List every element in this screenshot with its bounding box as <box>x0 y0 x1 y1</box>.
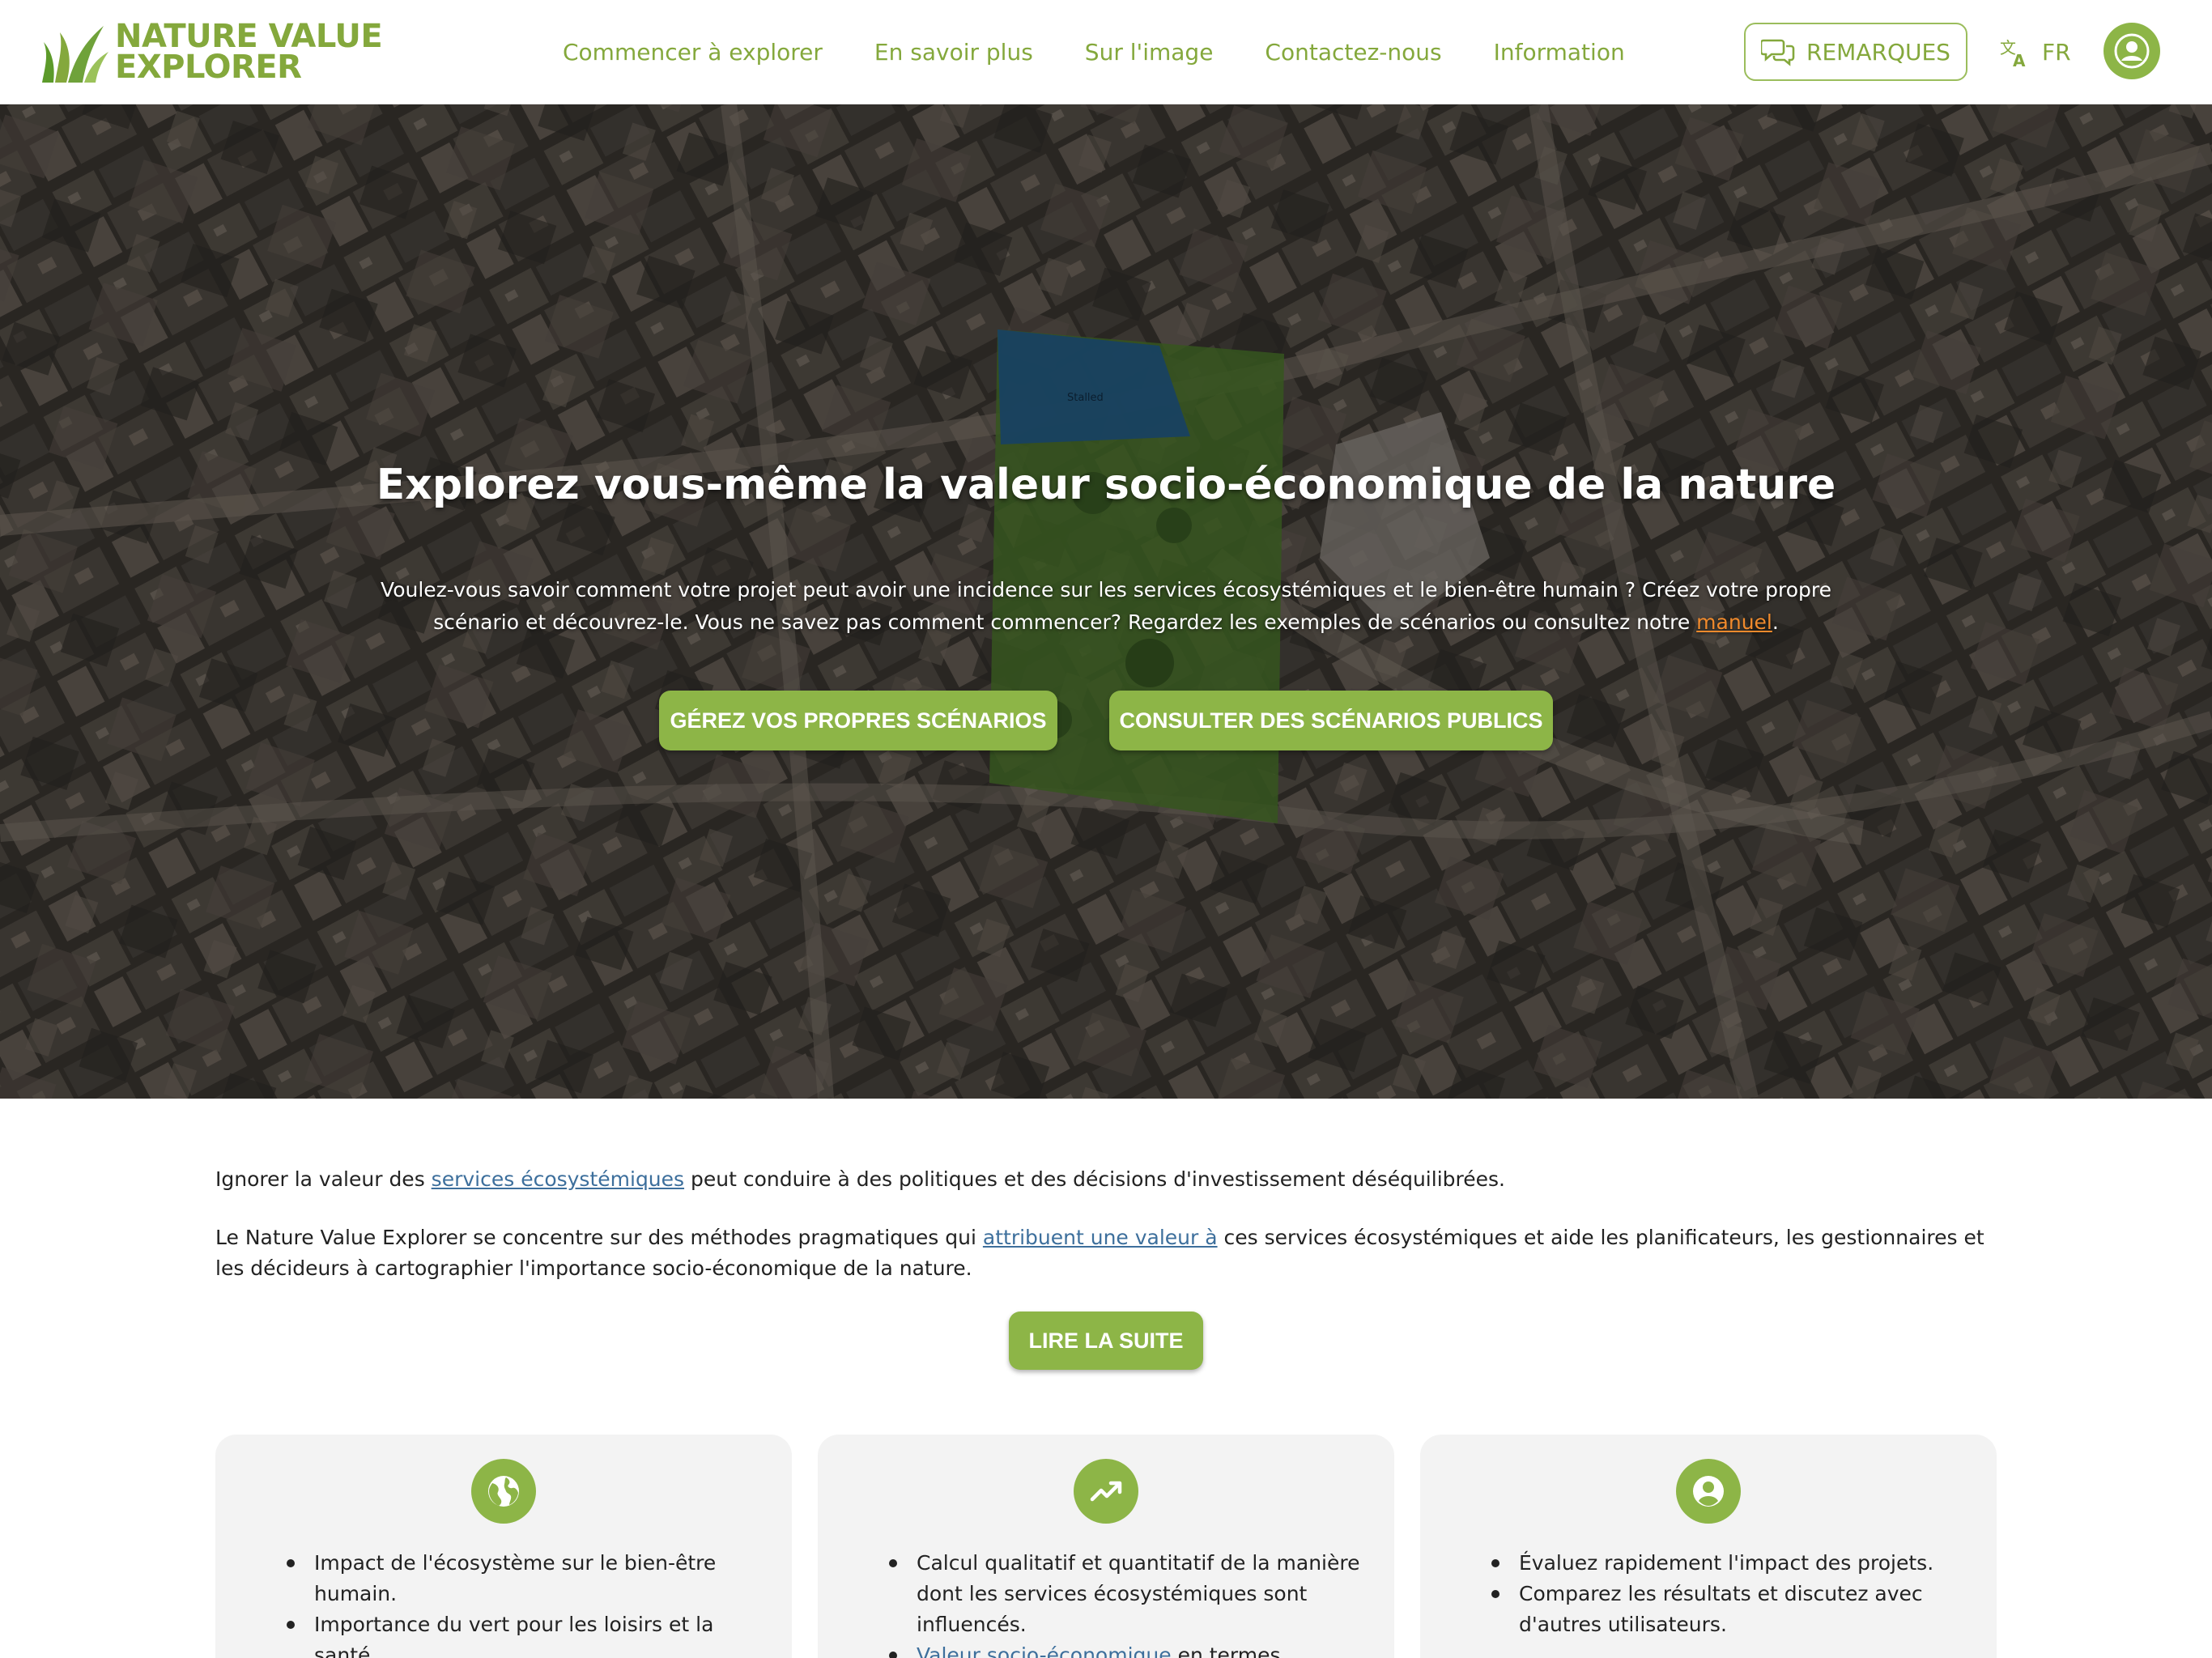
list-item: Comparez les résultats et discutez avec … <box>1491 1579 1964 1640</box>
account-circle-icon <box>2114 33 2150 69</box>
hero-desc-end: . <box>1772 610 1779 634</box>
list-item: Importance du vert pour les loisirs et l… <box>287 1609 759 1658</box>
socio-economic-value-link[interactable]: Valeur socio-économique <box>917 1643 1172 1658</box>
nav-learn-more[interactable]: En savoir plus <box>874 39 1033 66</box>
card-bullets: Calcul qualitatif et quantitatif de la m… <box>818 1548 1394 1658</box>
feedback-label: REMARQUES <box>1806 38 1950 66</box>
hero-description: Voulez-vous savoir comment votre projet … <box>372 574 1840 639</box>
globe-icon <box>488 1476 519 1507</box>
card-icon-badge <box>1676 1459 1741 1524</box>
hero-desc-text: Voulez-vous savoir comment votre projet … <box>381 578 1831 634</box>
list-item: Évaluez rapidement l'impact des projets. <box>1491 1548 1964 1579</box>
logo-wordmark: NATURE VALUE EXPLORER <box>115 18 383 86</box>
intro-p1-rest: peut conduire à des politiques et des dé… <box>684 1167 1505 1191</box>
app-logo[interactable]: NATURE VALUE EXPLORER <box>39 18 383 86</box>
intro-paragraph-1: Ignorer la valeur des services écosystém… <box>215 1164 1997 1195</box>
feedback-button[interactable]: REMARQUES <box>1744 23 1967 81</box>
main-nav: Commencer à explorer En savoir plus Sur … <box>563 0 1677 104</box>
feature-cards: Impact de l'écosystème sur le bien-être … <box>215 1435 1997 1658</box>
language-selector[interactable]: 文 A FR <box>1998 31 2071 73</box>
nav-about-image[interactable]: Sur l'image <box>1085 39 1214 66</box>
manage-scenarios-button[interactable]: GÉREZ VOS PROPRES SCÉNARIOS <box>659 691 1057 750</box>
valuation-link[interactable]: attribuent une valeur à <box>983 1226 1218 1249</box>
list-item: Calcul qualitatif et quantitatif de la m… <box>889 1548 1362 1640</box>
intro-p1-text: Ignorer la valeur des <box>215 1167 432 1191</box>
svg-text:A: A <box>2013 51 2026 68</box>
list-item: Impact de l'écosystème sur le bien-être … <box>287 1548 759 1609</box>
top-header: NATURE VALUE EXPLORER Commencer à explor… <box>0 0 2212 104</box>
feature-card-calculation: Calcul qualitatif et quantitatif de la m… <box>818 1435 1394 1658</box>
language-code: FR <box>2042 38 2071 66</box>
intro-paragraph-2: Le Nature Value Explorer se concentre su… <box>215 1222 1997 1284</box>
logo-line-1: NATURE VALUE <box>115 18 383 55</box>
card-icon-badge <box>471 1459 536 1524</box>
feature-card-wellbeing: Impact de l'écosystème sur le bien-être … <box>215 1435 792 1658</box>
account-circle-icon <box>1693 1476 1724 1507</box>
grass-logo-icon <box>42 26 108 83</box>
public-scenarios-button[interactable]: CONSULTER DES SCÉNARIOS PUBLICS <box>1109 691 1553 750</box>
card-bullets: Impact de l'écosystème sur le bien-être … <box>215 1548 792 1658</box>
nav-start-exploring[interactable]: Commencer à explorer <box>563 39 823 66</box>
feature-card-users: Évaluez rapidement l'impact des projets.… <box>1420 1435 1997 1658</box>
chat-bubbles-icon <box>1761 39 1795 66</box>
trending-up-icon <box>1090 1481 1122 1502</box>
nav-information[interactable]: Information <box>1494 39 1625 66</box>
card-icon-badge <box>1074 1459 1138 1524</box>
user-account-button[interactable] <box>2104 23 2160 79</box>
hero-actions: GÉREZ VOS PROPRES SCÉNARIOS CONSULTER DE… <box>0 691 2212 750</box>
read-more-button[interactable]: LIRE LA SUITE <box>1009 1312 1203 1370</box>
intro-p2-text: Le Nature Value Explorer se concentre su… <box>215 1226 983 1249</box>
card-bullets: Évaluez rapidement l'impact des projets.… <box>1420 1548 1997 1640</box>
manual-link[interactable]: manuel <box>1696 610 1772 634</box>
intro-section: Ignorer la valeur des services écosystém… <box>215 1164 1997 1312</box>
nav-contact[interactable]: Contactez-nous <box>1265 39 1441 66</box>
logo-line-2: EXPLORER <box>115 49 302 86</box>
list-item: Valeur socio-économique en termes physiq… <box>889 1640 1362 1658</box>
translate-icon: 文 A <box>2000 38 2026 68</box>
ecosystem-services-link[interactable]: services écosystémiques <box>432 1167 684 1191</box>
hero-title: Explorez vous-même la valeur socio-écono… <box>376 461 1836 509</box>
hero-section: Stalled Explorez vous-même la valeur soc… <box>0 104 2212 1099</box>
